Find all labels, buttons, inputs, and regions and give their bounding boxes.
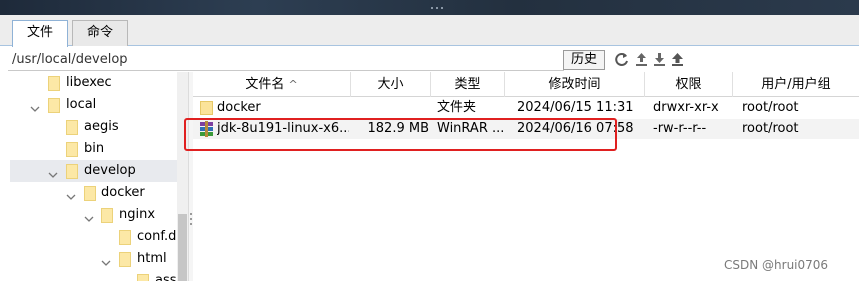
chevron-down-icon[interactable]: [48, 166, 58, 178]
file-row[interactable]: docker 文件夹 2024/06/15 11:31 drwxr-xr-x r…: [193, 98, 859, 118]
tree-item-label: develop: [84, 163, 136, 178]
file-list-header: 文件名 ^ 大小 类型 修改时间 权限 用户/用户组: [193, 72, 859, 97]
folder-icon: [119, 252, 131, 267]
path-input[interactable]: /usr/local/develop: [8, 50, 564, 71]
chevron-down-icon[interactable]: [84, 210, 94, 222]
folder-icon: [119, 230, 131, 245]
folder-icon: [66, 164, 78, 179]
column-header-type[interactable]: 类型: [431, 72, 505, 97]
column-header-name[interactable]: 文件名 ^: [193, 72, 351, 97]
file-permissions: -rw-r--r--: [653, 121, 707, 136]
tab-commands[interactable]: 命令: [72, 20, 129, 46]
column-header-permissions[interactable]: 权限: [645, 72, 733, 97]
resize-grip-icon[interactable]: [431, 7, 445, 13]
tree-item-label: docker: [101, 185, 145, 200]
folder-icon: [66, 120, 78, 135]
window-top-strip: [0, 0, 859, 15]
column-header-mtime[interactable]: 修改时间: [505, 72, 645, 97]
tab-files[interactable]: 文件: [12, 20, 69, 47]
file-mtime: 2024/06/15 11:31: [517, 100, 634, 115]
tree-item-label: asse: [155, 273, 177, 281]
tree-item-aegis[interactable]: aegis: [10, 116, 177, 138]
history-button[interactable]: 历史: [563, 50, 605, 70]
column-header-owner[interactable]: 用户/用户组: [733, 72, 859, 97]
tree-item-conf-d[interactable]: conf.d: [10, 226, 177, 248]
chevron-down-icon[interactable]: [66, 188, 76, 200]
file-owner: root/root: [742, 100, 799, 115]
tree-item-label: conf.d: [137, 229, 177, 244]
download-icon[interactable]: [651, 51, 668, 68]
watermark: CSDN @hrui0706: [724, 258, 829, 272]
folder-icon: [66, 142, 78, 157]
file-list: 文件名 ^ 大小 类型 修改时间 权限 用户/用户组 docker 文件夹 20…: [193, 72, 859, 281]
column-header-size[interactable]: 大小: [351, 72, 431, 97]
tree-item-label: bin: [84, 141, 105, 156]
tree-item-assets[interactable]: asse: [10, 270, 177, 281]
tree-item-label: nginx: [119, 207, 156, 222]
chevron-down-icon[interactable]: [101, 254, 111, 266]
file-type: 文件夹: [437, 100, 477, 115]
upload-file-icon[interactable]: [669, 51, 686, 68]
folder-icon: [48, 98, 60, 113]
refresh-icon[interactable]: [613, 51, 630, 68]
tree-item-label: html: [137, 251, 167, 266]
tree-item-docker[interactable]: docker: [10, 182, 177, 204]
directory-tree: libexec local aegis bin develop docker n…: [10, 72, 177, 281]
scrollbar-thumb[interactable]: [178, 214, 187, 281]
file-permissions: drwxr-xr-x: [653, 100, 719, 115]
chevron-down-icon[interactable]: [30, 100, 40, 112]
tree-item-libexec[interactable]: libexec: [10, 72, 177, 94]
folder-icon: [200, 101, 213, 115]
tree-item-bin[interactable]: bin: [10, 138, 177, 160]
tree-item-html[interactable]: html: [10, 248, 177, 270]
tree-item-label: libexec: [66, 75, 112, 90]
tree-item-nginx[interactable]: nginx: [10, 204, 177, 226]
chevron-down-icon[interactable]: [119, 276, 129, 281]
tree-item-develop[interactable]: develop: [10, 160, 177, 182]
tree-item-label: local: [66, 97, 97, 112]
tree-scrollbar[interactable]: [177, 72, 188, 281]
tree-item-label: aegis: [84, 119, 119, 134]
folder-icon: [101, 208, 113, 223]
tree-item-local[interactable]: local: [10, 94, 177, 116]
column-label: 文件名: [245, 77, 285, 92]
upload-icon[interactable]: [633, 51, 650, 68]
folder-icon: [48, 76, 60, 91]
file-owner: root/root: [742, 121, 799, 136]
folder-icon: [84, 186, 96, 201]
splitter-grip-icon[interactable]: [190, 213, 192, 225]
file-name: docker: [217, 100, 261, 115]
highlight-annotation: [184, 118, 617, 151]
tab-strip: 文件 命令: [0, 15, 859, 47]
sort-ascending-icon: ^: [288, 78, 298, 91]
folder-icon: [137, 274, 149, 281]
